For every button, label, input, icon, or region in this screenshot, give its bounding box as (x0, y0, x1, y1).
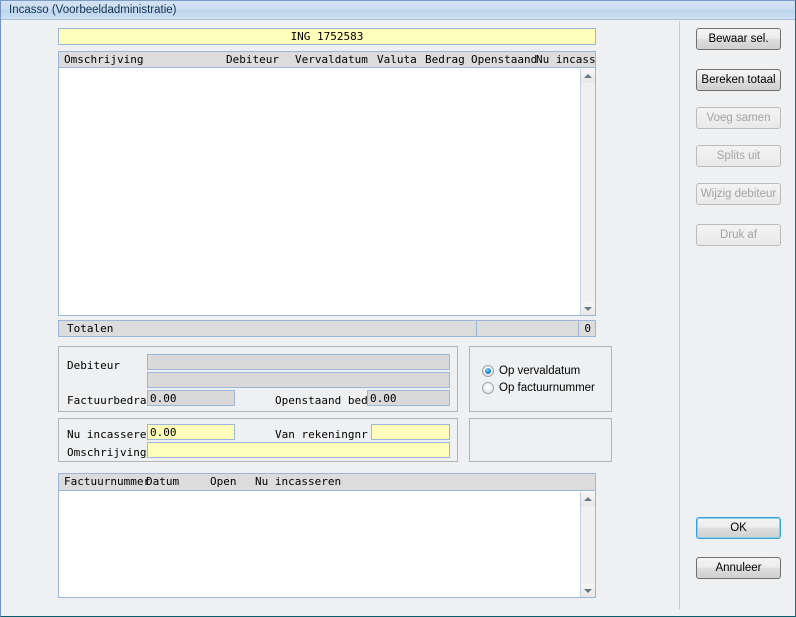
triangle-up-icon (584, 497, 592, 501)
triangle-up-icon (584, 74, 592, 78)
debtor-groupbox: Debiteur Factuurbedrag 0.00 Openstaand b… (58, 346, 458, 412)
radio-unselected-icon (482, 382, 494, 394)
debiteur-label: Debiteur (67, 359, 120, 372)
totals-count: 0 (578, 321, 595, 336)
omschrijving-label: Omschrijving (67, 446, 147, 459)
radio-op-factuurnummer[interactable]: Op factuurnummer (482, 381, 607, 395)
invoice-selection-grid[interactable]: Omschrijving Debiteur Vervaldatum Valuta… (58, 51, 596, 316)
omschrijving-field[interactable] (147, 442, 450, 458)
column-header-valuta[interactable]: Valuta (377, 53, 417, 67)
column-header-debiteur[interactable]: Debiteur (226, 53, 279, 67)
column-header-vervaldatum[interactable]: Vervaldatum (295, 53, 368, 67)
invoice-scroll-down-button[interactable] (581, 584, 595, 597)
empty-groupbox (469, 418, 612, 462)
collect-groupbox: Nu incasseren 0.00 Van rekeningnr Omschr… (58, 418, 458, 462)
nu-incasseren-field[interactable]: 0.00 (147, 424, 235, 440)
voeg-samen-button: Voeg samen (696, 107, 781, 129)
radio-op-vervaldatum[interactable]: Op vervaldatum (482, 364, 607, 378)
invoice-grid-body[interactable] (59, 491, 595, 597)
main-grid-header: Omschrijving Debiteur Vervaldatum Valuta… (59, 52, 595, 68)
ok-button[interactable]: OK (696, 517, 781, 539)
column-header-open[interactable]: Open (210, 475, 237, 489)
column-header-nu-incasseren-detail[interactable]: Nu incasseren (255, 475, 341, 489)
debiteur-name-field (147, 354, 450, 370)
triangle-down-icon (584, 307, 592, 311)
scroll-down-button[interactable] (581, 302, 595, 315)
openstaand-bedrag-field: 0.00 (367, 390, 450, 406)
column-header-factuurnummer[interactable]: Factuurnummer (64, 475, 150, 489)
totals-amount (476, 321, 578, 336)
main-grid-scrollbar[interactable] (580, 69, 595, 315)
column-header-bedrag[interactable]: Bedrag (425, 53, 465, 67)
nu-incasseren-label: Nu incasseren (67, 428, 154, 441)
van-rekeningnr-field[interactable] (371, 424, 450, 440)
triangle-down-icon (584, 589, 592, 593)
scroll-up-button[interactable] (581, 69, 595, 83)
splits-uit-button: Splits uit (696, 145, 781, 167)
totals-bar: Totalen 0 (58, 320, 596, 337)
debiteur-address-field (147, 372, 450, 388)
sort-order-groupbox: Op vervaldatum Op factuurnummer (469, 346, 612, 412)
bewaar-sel-button[interactable]: Bewaar sel. (696, 28, 781, 50)
annuleer-button[interactable]: Annuleer (696, 557, 781, 579)
panel-divider (679, 21, 680, 609)
van-rekeningnr-label: Van rekeningnr (275, 428, 368, 441)
incasso-dialog-window: Incasso (Voorbeeldadministratie) ING 175… (0, 0, 796, 617)
radio-op-factuurnummer-label: Op factuurnummer (499, 382, 595, 394)
invoice-grid-scrollbar[interactable] (580, 492, 595, 597)
radio-selected-icon (482, 365, 494, 377)
druk-af-button: Druk af (696, 224, 781, 246)
window-titlebar[interactable]: Incasso (Voorbeeldadministratie) (1, 1, 795, 20)
wijzig-debiteur-button: Wijzig debiteur (696, 183, 781, 205)
main-grid-body[interactable] (59, 68, 595, 315)
invoice-grid-header: Factuurnummer Datum Open Nu incasseren (59, 474, 595, 491)
invoice-detail-grid[interactable]: Factuurnummer Datum Open Nu incasseren (58, 473, 596, 598)
column-header-openstaand[interactable]: Openstaand (471, 53, 537, 67)
bereken-totaal-button[interactable]: Bereken totaal (696, 69, 781, 91)
column-header-datum[interactable]: Datum (146, 475, 179, 489)
bank-account-field[interactable]: ING 1752583 (58, 28, 596, 45)
column-header-nu-incasseren[interactable]: Nu incasseren (536, 53, 595, 67)
column-header-omschrijving[interactable]: Omschrijving (64, 53, 143, 67)
radio-op-vervaldatum-label: Op vervaldatum (499, 365, 581, 377)
factuurbedrag-field: 0.00 (147, 390, 235, 406)
window-title: Incasso (Voorbeeldadministratie) (9, 4, 177, 16)
invoice-scroll-up-button[interactable] (581, 492, 595, 506)
factuurbedrag-label: Factuurbedrag (67, 394, 154, 407)
totals-label: Totalen (67, 322, 114, 335)
